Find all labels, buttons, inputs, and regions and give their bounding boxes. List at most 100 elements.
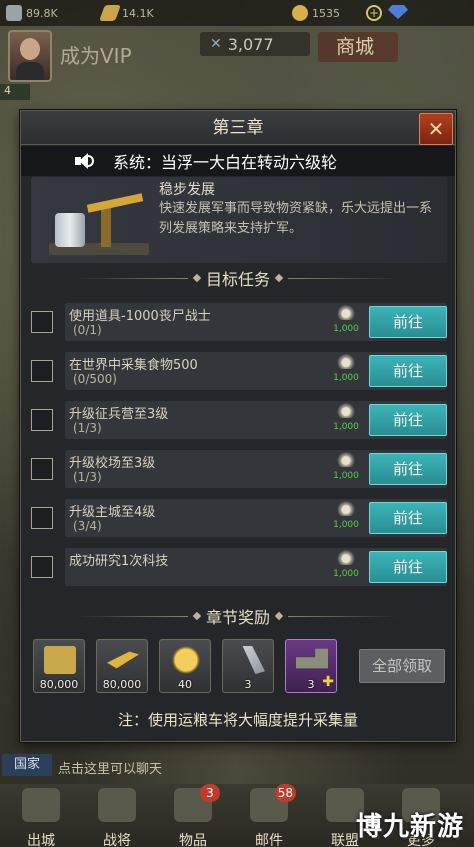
- go-button[interactable]: 前往: [369, 551, 447, 583]
- nav-label: 物品: [179, 833, 207, 847]
- country-chat-tab[interactable]: 国家: [2, 754, 52, 776]
- task-row: 升级征兵营至3级 (1/3) 1,000 前往: [31, 401, 447, 439]
- task-box: 升级主城至4级 (3/4) 1,000 前往: [65, 499, 447, 537]
- reward-qty: 80,000: [39, 678, 79, 691]
- reward-item[interactable]: 80,000: [33, 639, 85, 693]
- task-box: 升级校场至3级 (1/3) 1,000 前往: [65, 450, 447, 488]
- winged-badge-icon: [336, 549, 356, 565]
- winged-badge-icon: [336, 353, 356, 369]
- shop-button[interactable]: 商城: [318, 32, 398, 62]
- resource-bar: 89.8K 14.1K 1535 +: [0, 0, 474, 26]
- task-row: 使用道具-1000丧尸战士 (0/1) 1,000 前往: [31, 303, 447, 341]
- gold-amount: 1535: [312, 6, 340, 20]
- close-button[interactable]: ✕: [419, 113, 453, 145]
- reward-item[interactable]: 40: [159, 639, 211, 693]
- player-level: 4: [0, 84, 30, 100]
- reward-amount: 1,000: [333, 520, 359, 530]
- reward-badge: 1,000: [331, 500, 361, 536]
- reward-qty: 3: [307, 678, 315, 691]
- reward-badge: 1,000: [331, 549, 361, 585]
- system-notice-text: 系统：当浮一大白在转动六级轮: [113, 153, 338, 172]
- claim-all-button[interactable]: 全部领取: [359, 649, 445, 683]
- winged-badge-icon: [336, 500, 356, 516]
- modal-title: 第三章: [21, 111, 455, 145]
- nav-label: 出城: [27, 833, 55, 847]
- task-row: 成功研究1次科技 1,000 前往: [31, 548, 447, 586]
- chapter-info-panel: 稳步发展 快速发展军事而导致物资紧缺，乐大远提出一系列发展策略来支持扩军。: [31, 177, 447, 263]
- grain-truck-icon: [296, 648, 328, 669]
- oil-pump-building-icon: [49, 185, 149, 257]
- reward-qty: 80,000: [102, 678, 142, 691]
- gold-coin-icon: [292, 5, 308, 21]
- iron-amount: 89.8K: [26, 6, 58, 20]
- task-row: 升级校场至3级 (1/3) 1,000 前往: [31, 450, 447, 488]
- bullet-resource[interactable]: 14.1K: [99, 5, 192, 21]
- nav-item-generals[interactable]: 战将: [80, 786, 154, 847]
- bullet-amount: 14.1K: [122, 6, 154, 20]
- add-currency-icon[interactable]: +: [366, 5, 382, 21]
- task-box: 在世界中采集食物500 (0/500) 1,000 前往: [65, 352, 447, 390]
- task-checkbox: [31, 458, 53, 480]
- nav-item-mail[interactable]: 58 邮件: [232, 784, 306, 847]
- task-progress: (1/3): [73, 470, 102, 484]
- player-avatar[interactable]: [8, 30, 52, 82]
- skull-helmet-icon: [98, 788, 136, 822]
- reward-item[interactable]: 80,000: [96, 639, 148, 693]
- shell-icon: [242, 646, 265, 674]
- winged-badge-icon: [336, 304, 356, 320]
- speaker-icon: [73, 150, 95, 172]
- nav-item-items[interactable]: 3 物品: [156, 784, 230, 847]
- reward-amount: 1,000: [333, 373, 359, 383]
- gold-coin-icon: [170, 646, 202, 674]
- items-badge: 3: [200, 784, 220, 802]
- task-name: 使用道具-1000丧尸战士: [69, 309, 211, 324]
- reward-item[interactable]: ✚ 3: [285, 639, 337, 693]
- task-box: 使用道具-1000丧尸战士 (0/1) 1,000 前往: [65, 303, 447, 341]
- task-checkbox: [31, 311, 53, 333]
- iron-resource[interactable]: 89.8K: [6, 5, 96, 21]
- vip-label[interactable]: 成为VIP: [60, 40, 132, 69]
- bullet-icon: [99, 5, 121, 21]
- crossed-swords-icon: ✕: [210, 36, 222, 52]
- watermark: 博九新游: [356, 812, 465, 842]
- reward-item[interactable]: 3: [222, 639, 274, 693]
- task-name: 升级征兵营至3级: [69, 407, 169, 422]
- nav-item-go-out[interactable]: 出城: [4, 786, 78, 847]
- rewards-section-header: 章节奖励: [21, 605, 455, 627]
- reward-qty: 3: [244, 678, 252, 691]
- winged-badge-icon: [336, 451, 356, 467]
- system-notice-bar: 系统：当浮一大白在转动六级轮: [21, 146, 455, 176]
- city-gate-icon: [22, 788, 60, 822]
- gold-resource[interactable]: 1535: [292, 5, 340, 21]
- reward-amount: 1,000: [333, 422, 359, 432]
- task-progress: (1/3): [73, 421, 102, 435]
- task-name: 升级校场至3级: [69, 456, 156, 471]
- reward-badge: 1,000: [331, 451, 361, 487]
- task-box: 成功研究1次科技 1,000 前往: [65, 548, 447, 586]
- reward-badge: 1,000: [331, 304, 361, 340]
- go-button[interactable]: 前往: [369, 355, 447, 387]
- task-row: 升级主城至4级 (3/4) 1,000 前往: [31, 499, 447, 537]
- winged-badge-icon: [336, 402, 356, 418]
- go-button[interactable]: 前往: [369, 453, 447, 485]
- task-name: 在世界中采集食物500: [69, 358, 198, 373]
- go-button[interactable]: 前往: [369, 404, 447, 436]
- task-row: 在世界中采集食物500 (0/500) 1,000 前往: [31, 352, 447, 390]
- reward-amount: 1,000: [333, 471, 359, 481]
- go-button[interactable]: 前往: [369, 306, 447, 338]
- diamond-icon[interactable]: [388, 5, 408, 19]
- chat-hint[interactable]: 点击这里可以聊天: [58, 758, 162, 777]
- rewards-section-title: 章节奖励: [205, 608, 270, 627]
- task-progress: (0/500): [73, 372, 117, 386]
- task-box: 升级征兵营至3级 (1/3) 1,000 前往: [65, 401, 447, 439]
- nav-label: 邮件: [255, 833, 283, 847]
- task-checkbox: [31, 556, 53, 578]
- supply-box-icon: [44, 646, 76, 674]
- task-name: 升级主城至4级: [69, 505, 156, 520]
- bullet-icon: [107, 651, 139, 669]
- reward-amount: 1,000: [333, 569, 359, 579]
- go-button[interactable]: 前往: [369, 502, 447, 534]
- reward-badge: 1,000: [331, 402, 361, 438]
- close-icon: ✕: [427, 117, 445, 141]
- reward-qty: 40: [178, 678, 192, 691]
